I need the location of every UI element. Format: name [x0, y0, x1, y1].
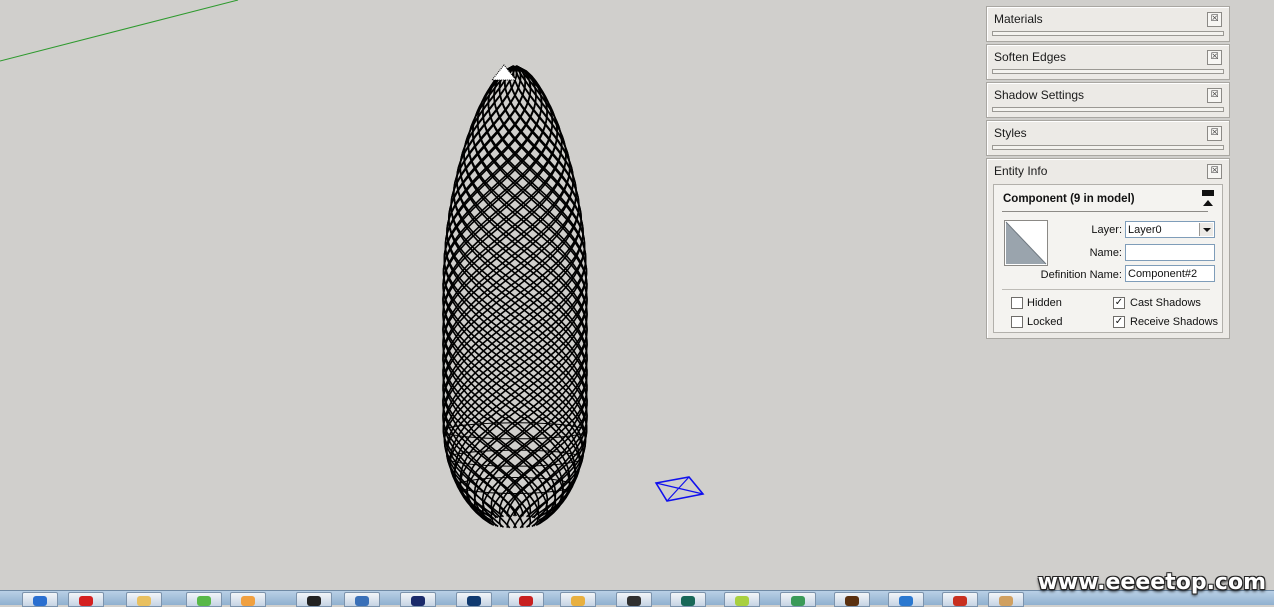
red-app-icon[interactable]: [68, 592, 104, 607]
users-icon-glyph: [999, 596, 1013, 606]
ai-icon-glyph: [845, 596, 859, 606]
green-gem-icon-glyph: [791, 596, 805, 606]
green-gem-icon[interactable]: [780, 592, 816, 607]
acrobat-icon-glyph: [953, 596, 967, 606]
definition-name-label: Definition Name:: [1040, 269, 1122, 281]
definition-name-input[interactable]: Component#2: [1125, 265, 1215, 282]
locked-label: Locked: [1027, 316, 1063, 328]
green-app-icon-glyph: [197, 596, 211, 606]
penguin-icon[interactable]: [296, 592, 332, 607]
ps2-icon[interactable]: [456, 592, 492, 607]
watermark-text: www.eeeetop.com: [1037, 570, 1266, 595]
component-heading: Component (9 in model): [1003, 193, 1135, 205]
green-axis-line: [0, 0, 239, 62]
shadow-settings-tray[interactable]: Shadow Settings ☒: [986, 82, 1230, 118]
users-icon[interactable]: [988, 592, 1024, 607]
shadow-settings-tray-title: Shadow Settings: [994, 88, 1085, 102]
heading-divider: [1002, 211, 1208, 212]
hidden-checkbox[interactable]: [1011, 297, 1023, 309]
soften-edges-tray-title: Soften Edges: [994, 50, 1067, 64]
ps-icon[interactable]: [400, 592, 436, 607]
cast-shadows-label: Cast Shadows: [1130, 297, 1201, 309]
chevron-down-icon[interactable]: [1199, 223, 1213, 236]
styles-tray-title: Styles: [994, 126, 1027, 140]
collapse-details-icon[interactable]: [1202, 190, 1214, 207]
layer-label: Layer:: [1091, 224, 1122, 236]
receive-shadows-label: Receive Shadows: [1130, 316, 1219, 328]
materials-collapsed-strip[interactable]: [992, 31, 1224, 36]
cast-shadows-checkbox[interactable]: ✓: [1113, 297, 1125, 309]
ie-icon-glyph: [899, 596, 913, 606]
green-app-icon[interactable]: [186, 592, 222, 607]
layer-value: Layer0: [1128, 224, 1162, 236]
ai-icon[interactable]: [834, 592, 870, 607]
start-icon-glyph: [33, 596, 47, 606]
shadow-settings-collapsed-strip[interactable]: [992, 107, 1224, 112]
terminal-icon[interactable]: [616, 592, 652, 607]
materials-tray-title: Materials: [994, 12, 1043, 26]
folder2-icon-glyph: [571, 596, 585, 606]
ie-icon[interactable]: [888, 592, 924, 607]
model-scene[interactable]: [0, 0, 986, 590]
soften-edges-close-icon[interactable]: ☒: [1207, 50, 1222, 65]
soften-edges-tray[interactable]: Soften Edges ☒: [986, 44, 1230, 80]
locked-checkbox[interactable]: [1011, 316, 1023, 328]
lime-icon-glyph: [735, 596, 749, 606]
sketchup-icon[interactable]: [670, 592, 706, 607]
python-icon-glyph: [355, 596, 369, 606]
sketchup-icon-glyph: [681, 596, 695, 606]
receive-shadows-checkbox[interactable]: ✓: [1113, 316, 1125, 328]
options-divider: [1002, 289, 1210, 290]
soften-edges-collapsed-strip[interactable]: [992, 69, 1224, 74]
lattice-tower[interactable]: [442, 64, 588, 529]
materials-tray[interactable]: Materials ☒: [986, 6, 1230, 42]
penguin-icon-glyph: [307, 596, 321, 606]
definition-name-value: Component#2: [1128, 268, 1198, 280]
hidden-label: Hidden: [1027, 297, 1062, 309]
acrobat-icon[interactable]: [942, 592, 978, 607]
lime-icon[interactable]: [724, 592, 760, 607]
folder2-icon[interactable]: [560, 592, 596, 607]
styles-collapsed-strip[interactable]: [992, 145, 1224, 150]
layer-dropdown[interactable]: Layer0: [1125, 221, 1215, 238]
folder-icon-glyph: [137, 596, 151, 606]
start-icon[interactable]: [22, 592, 58, 607]
component-thumbnail: [1004, 220, 1048, 266]
pdf-icon-glyph: [519, 596, 533, 606]
ps-icon-glyph: [411, 596, 425, 606]
name-input[interactable]: [1125, 244, 1215, 261]
pdf-icon[interactable]: [508, 592, 544, 607]
styles-tray[interactable]: Styles ☒: [986, 120, 1230, 156]
entity-info-close-icon[interactable]: ☒: [1207, 164, 1222, 179]
paint-icon-glyph: [241, 596, 255, 606]
materials-close-icon[interactable]: ☒: [1207, 12, 1222, 27]
entity-info-body: Component (9 in model) Layer: Layer0 Nam…: [993, 184, 1223, 333]
paint-icon[interactable]: [230, 592, 266, 607]
shadow-settings-close-icon[interactable]: ☒: [1207, 88, 1222, 103]
entity-info-tray-title: Entity Info: [994, 164, 1048, 178]
folder-icon[interactable]: [126, 592, 162, 607]
python-icon[interactable]: [344, 592, 380, 607]
name-label: Name:: [1089, 247, 1122, 259]
entity-info-tray[interactable]: Entity Info ☒ Component (9 in model) Lay…: [986, 158, 1230, 339]
ps2-icon-glyph: [467, 596, 481, 606]
styles-close-icon[interactable]: ☒: [1207, 126, 1222, 141]
terminal-icon-glyph: [627, 596, 641, 606]
red-app-icon-glyph: [79, 596, 93, 606]
